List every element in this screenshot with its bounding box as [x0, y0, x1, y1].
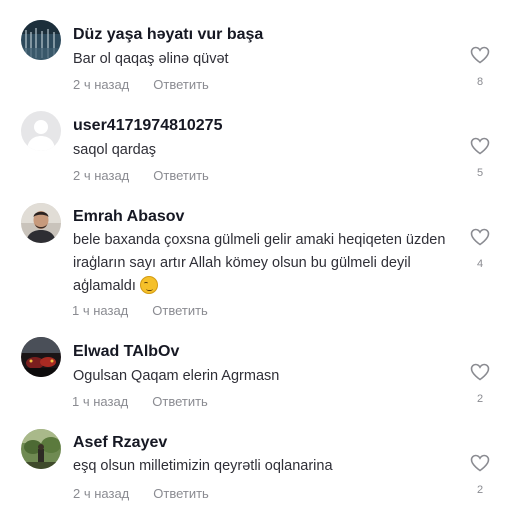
avatar-image	[21, 337, 61, 377]
comment-time: 2 ч назад	[73, 486, 130, 501]
avatar[interactable]	[21, 203, 61, 243]
comment-author[interactable]: Düz yaşa həyatı vur başa	[73, 25, 263, 45]
avatar-image	[21, 20, 61, 60]
comment-author[interactable]: Asef Rzayev	[73, 433, 167, 453]
reply-button[interactable]: Ответить	[153, 77, 209, 93]
comment-meta: 2 ч назад Ответить	[73, 168, 209, 184]
heart-outline-icon[interactable]	[470, 228, 490, 246]
like-count: 5	[476, 167, 484, 179]
comment-time: 2 ч назад	[73, 168, 130, 183]
comment-meta: 1 ч назад Ответить	[72, 394, 208, 410]
like-count: 2	[476, 393, 484, 405]
heart-outline-icon[interactable]	[470, 454, 490, 472]
avatar-image	[21, 203, 61, 243]
avatar[interactable]	[21, 429, 61, 469]
comment-text: eşq olsun milletimizin qeyrətli oqlanari…	[73, 458, 333, 474]
reply-button[interactable]: Ответить	[152, 394, 208, 410]
like-count: 8	[476, 76, 484, 88]
like-control: 2	[468, 363, 492, 405]
reply-button[interactable]: Ответить	[153, 486, 209, 502]
comment-text: Ogulsan Qaqam elerin Agrmasn	[73, 368, 280, 384]
heart-outline-icon[interactable]	[470, 46, 490, 64]
comment-author[interactable]: Emrah Abasov	[73, 207, 184, 227]
comment-meta: 2 ч назад Ответить	[73, 486, 209, 502]
heart-outline-icon[interactable]	[470, 137, 490, 155]
reply-button[interactable]: Ответить	[153, 168, 209, 184]
like-count: 2	[476, 484, 484, 496]
like-control: 2	[468, 454, 492, 496]
comment-text: bele baxanda çoxsna gülmeli gelir amaki …	[73, 229, 458, 298]
comment-time: 1 ч назад	[72, 303, 129, 318]
comment-text: saqol qardaş	[73, 142, 157, 158]
like-control: 5	[468, 137, 492, 179]
comment-text: Bar ol qaqaş əlinə qüvət	[73, 51, 229, 67]
default-avatar-icon	[21, 111, 61, 151]
avatar-image	[21, 429, 61, 469]
avatar[interactable]	[21, 20, 61, 60]
comment-time: 1 ч назад	[72, 394, 129, 409]
comment-meta: 2 ч назад Ответить	[73, 77, 209, 93]
comment-author[interactable]: Elwad TAlbOv	[73, 342, 179, 362]
avatar[interactable]	[21, 337, 61, 377]
like-control: 4	[468, 228, 492, 270]
avatar[interactable]	[21, 111, 61, 151]
comment-time: 2 ч назад	[73, 77, 130, 92]
comment-text-content: bele baxanda çoxsna gülmeli gelir amaki …	[73, 232, 446, 294]
smirking-face-emoji-icon	[139, 276, 158, 294]
like-count: 4	[476, 258, 484, 270]
heart-outline-icon[interactable]	[470, 363, 490, 381]
comment-meta: 1 ч назад Ответить	[72, 303, 208, 319]
comment-author[interactable]: user4171974810275	[73, 116, 222, 136]
reply-button[interactable]: Ответить	[152, 303, 208, 319]
like-control: 8	[468, 46, 492, 88]
